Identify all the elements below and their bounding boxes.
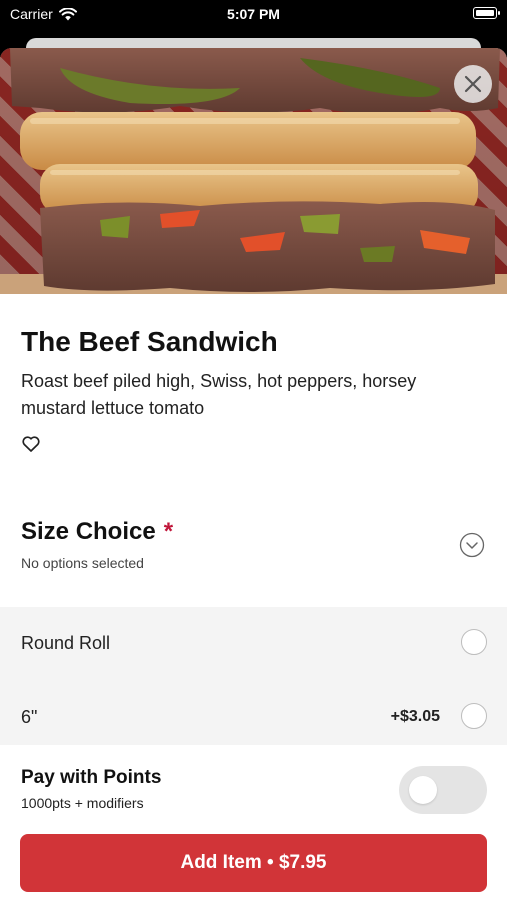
- required-marker: *: [163, 518, 174, 545]
- order-footer: Pay with Points 1000pts + modifiers Add …: [0, 745, 507, 900]
- option-radio[interactable]: [461, 629, 487, 655]
- size-options-list: Round Roll 6" +$3.05: [0, 607, 507, 745]
- size-choice-status: No options selected: [21, 555, 144, 571]
- heart-outline-icon[interactable]: [21, 434, 41, 454]
- option-label: 6": [21, 707, 38, 727]
- option-radio[interactable]: [461, 703, 487, 729]
- option-6-inch[interactable]: 6" +$3.05: [0, 683, 507, 751]
- toggle-knob: [409, 776, 437, 804]
- item-description: Roast beef piled high, Swiss, hot pepper…: [21, 371, 417, 418]
- close-button[interactable]: [454, 65, 492, 103]
- pay-with-points-title: Pay with Points: [21, 767, 162, 788]
- status-time: 5:07 PM: [227, 6, 280, 22]
- option-round-roll[interactable]: Round Roll: [0, 609, 507, 677]
- battery-icon: [473, 7, 500, 19]
- option-label: Round Roll: [21, 633, 111, 653]
- sandwich-illustration: [0, 48, 507, 294]
- sandwich-photo: [0, 48, 507, 294]
- status-bar: Carrier 5:07 PM: [0, 0, 507, 32]
- item-title: The Beef Sandwich: [21, 326, 278, 357]
- pay-with-points-subtitle: 1000pts + modifiers: [21, 795, 144, 811]
- close-icon: [464, 75, 482, 93]
- chevron-down-circle-icon[interactable]: [459, 532, 485, 558]
- item-detail-sheet: The Beef Sandwich Roast beef piled high,…: [0, 48, 507, 900]
- pay-with-points-toggle[interactable]: [399, 766, 487, 814]
- add-item-button[interactable]: Add Item • $7.95: [20, 834, 487, 892]
- size-choice-label: Size Choice: [21, 518, 156, 545]
- option-price: +$3.05: [390, 708, 440, 725]
- size-choice-title: Size Choice *: [21, 518, 173, 546]
